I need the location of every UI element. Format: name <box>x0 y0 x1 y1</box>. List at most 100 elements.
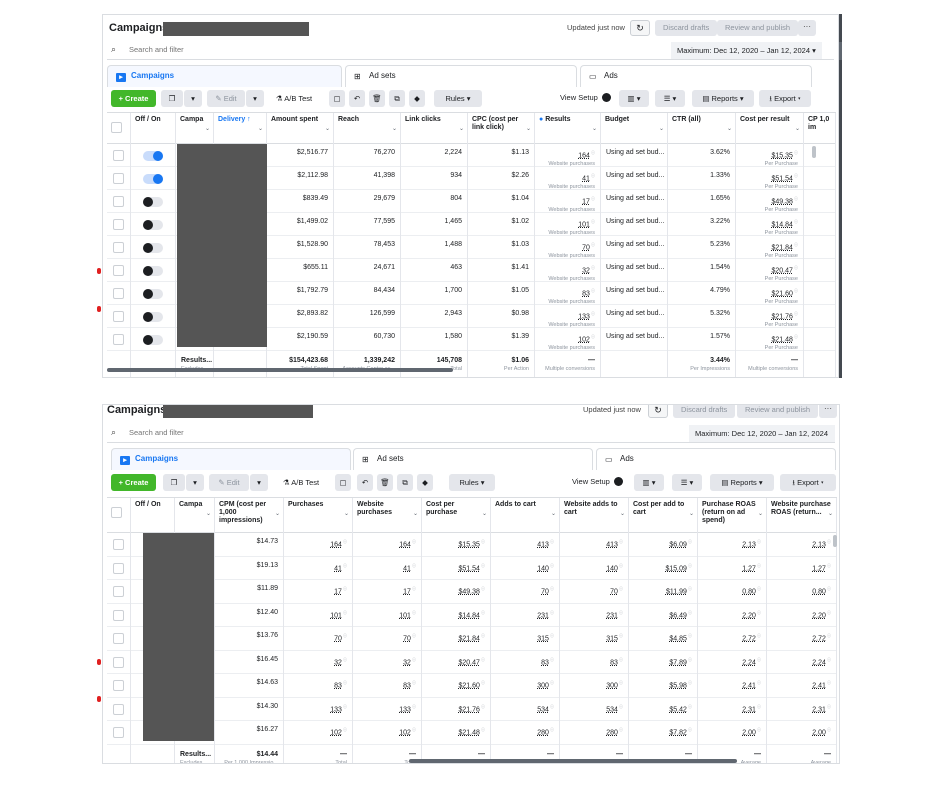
cell-value[interactable]: 133 <box>578 313 590 320</box>
select-all-checkbox[interactable] <box>111 122 122 133</box>
tab-ad-sets[interactable]: ⊞ Ad sets <box>345 65 577 87</box>
table-cell-check[interactable] <box>107 533 130 557</box>
review-publish-button[interactable]: Review and publish <box>717 20 799 36</box>
cell-value[interactable]: 102 <box>330 729 342 736</box>
on-off-toggle[interactable] <box>143 312 163 322</box>
column-header-roas[interactable]: Purchase ROAS (return on ad spend) ⌄ <box>698 498 766 533</box>
tab-campaigns[interactable]: ▸ Campaigns <box>111 448 351 470</box>
table-cell-check[interactable] <box>107 144 130 167</box>
sort-icon[interactable]: ⌄ <box>551 510 556 518</box>
cell-value[interactable]: $7.89 <box>669 659 687 666</box>
cell-value[interactable]: $49.38 <box>771 198 792 205</box>
ab-test-button[interactable]: ⚗ A/B Test <box>269 90 319 107</box>
column-header-budget[interactable]: Budget ⌄ <box>601 113 667 144</box>
table-cell-check[interactable] <box>107 328 130 351</box>
cell-value[interactable]: 164 <box>330 541 342 548</box>
sort-icon[interactable]: ⌄ <box>325 125 330 133</box>
table-cell-check[interactable] <box>107 282 130 305</box>
table-cell-offon[interactable] <box>131 259 175 282</box>
trash-icon[interactable]: 🗑 <box>377 474 393 491</box>
column-header-purchases[interactable]: Purchases ⌄ <box>284 498 352 533</box>
horizontal-scrollbar[interactable] <box>409 759 737 763</box>
chevron-down-icon[interactable]: ▾ <box>186 474 204 491</box>
cell-value[interactable]: 0.80 <box>812 588 826 595</box>
view-setup-toggle[interactable]: View Setup <box>572 477 623 486</box>
cell-value[interactable]: $15.35 <box>458 541 479 548</box>
date-range-picker[interactable]: Maximum: Dec 12, 2020 – Jan 12, 2024 ▾ <box>689 425 835 455</box>
cell-value[interactable]: $21.76 <box>771 313 792 320</box>
cell-value[interactable]: 17 <box>582 198 590 205</box>
reports-button[interactable]: ▤ Reports ▾ <box>710 474 774 491</box>
cell-value[interactable]: 413 <box>537 541 549 548</box>
breakdown-button[interactable]: ☰ ▾ <box>655 90 685 107</box>
cell-value[interactable]: 2.00 <box>812 729 826 736</box>
cell-value[interactable]: 83 <box>582 290 590 297</box>
column-header-offon[interactable]: Off / On <box>131 113 175 144</box>
vertical-scrollbar[interactable] <box>812 146 816 158</box>
cell-value[interactable]: $21.60 <box>771 290 792 297</box>
cell-value[interactable]: 280 <box>606 729 618 736</box>
cell-value[interactable]: 2.00 <box>742 729 756 736</box>
cell-value[interactable]: 2.24 <box>742 659 756 666</box>
sort-icon[interactable]: ⌄ <box>275 510 280 518</box>
row-checkbox[interactable] <box>113 150 124 161</box>
cell-value[interactable]: 83 <box>541 659 549 666</box>
column-header-delivery[interactable]: Delivery ↑ ⌄ <box>214 113 266 144</box>
cell-value[interactable]: 133 <box>330 706 342 713</box>
cell-value[interactable]: 2.24 <box>812 659 826 666</box>
cell-value[interactable]: 17 <box>403 588 411 595</box>
row-checkbox[interactable] <box>113 680 124 691</box>
row-checkbox[interactable] <box>113 242 124 253</box>
sort-icon[interactable]: ⌄ <box>482 510 487 518</box>
sort-icon[interactable]: ⌄ <box>392 125 397 133</box>
columns-button[interactable]: ▥ ▾ <box>619 90 649 107</box>
table-cell-offon[interactable] <box>131 144 175 167</box>
sort-icon[interactable]: ⌄ <box>592 125 597 133</box>
sort-icon[interactable]: ⌄ <box>795 125 800 133</box>
cell-value[interactable]: 41 <box>582 175 590 182</box>
cell-value[interactable]: $15.35 <box>771 152 792 159</box>
chevron-down-icon[interactable]: ▾ <box>246 90 264 107</box>
cell-value[interactable]: 83 <box>610 659 618 666</box>
cell-value[interactable]: $6.49 <box>669 612 687 619</box>
reports-button[interactable]: ▤ Reports ▾ <box>692 90 754 107</box>
cell-value[interactable]: 32 <box>334 659 342 666</box>
column-header-results[interactable]: ● Results ⌄ <box>535 113 600 144</box>
table-cell-check[interactable] <box>107 167 130 190</box>
row-checkbox[interactable] <box>113 311 124 322</box>
on-off-toggle[interactable] <box>143 266 163 276</box>
table-cell-offon[interactable] <box>131 190 175 213</box>
column-header-offon[interactable]: Off / On <box>131 498 174 533</box>
cell-value[interactable]: 70 <box>582 244 590 251</box>
row-checkbox[interactable] <box>113 173 124 184</box>
table-cell-check[interactable] <box>107 698 130 721</box>
view-setup-toggle[interactable]: View Setup <box>560 93 611 102</box>
cell-value[interactable]: 413 <box>606 541 618 548</box>
edit-button[interactable]: ✎ Edit <box>207 90 245 107</box>
tab-ad-sets[interactable]: ⊞ Ad sets <box>353 448 593 470</box>
discard-drafts-button[interactable]: Discard drafts <box>673 405 736 418</box>
more-button[interactable]: ··· <box>819 405 837 418</box>
row-checkbox[interactable] <box>113 562 124 574</box>
undo-icon[interactable]: ↶ <box>357 474 373 491</box>
cell-value[interactable]: $4.85 <box>669 635 687 642</box>
cell-value[interactable]: 102 <box>399 729 411 736</box>
row-checkbox[interactable] <box>113 609 124 621</box>
tab-ads[interactable]: ▭ Ads <box>580 65 812 87</box>
cell-value[interactable]: 534 <box>606 706 618 713</box>
cell-value[interactable]: 0.80 <box>742 588 756 595</box>
cell-value[interactable]: 101 <box>399 612 411 619</box>
cell-value[interactable]: $14.84 <box>771 221 792 228</box>
row-checkbox[interactable] <box>113 656 124 668</box>
cell-value[interactable]: 70 <box>403 635 411 642</box>
cell-value[interactable]: 2.41 <box>812 682 826 689</box>
cell-value[interactable]: 2.13 <box>742 541 756 548</box>
tab-ads[interactable]: ▭ Ads <box>596 448 836 470</box>
cell-value[interactable]: 2.13 <box>812 541 826 548</box>
cell-value[interactable]: $7.82 <box>669 729 687 736</box>
sort-icon[interactable]: ⌄ <box>758 510 763 518</box>
cell-value[interactable]: 2.41 <box>742 682 756 689</box>
column-header-amount[interactable]: Amount spent ⌄ <box>267 113 333 144</box>
sort-icon[interactable]: ⌄ <box>689 510 694 518</box>
cell-value[interactable]: $20.47 <box>458 659 479 666</box>
